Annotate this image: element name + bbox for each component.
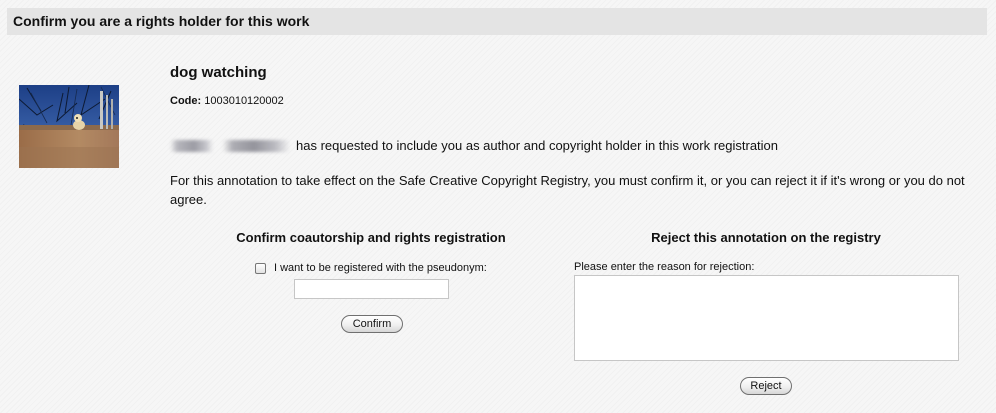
rejection-reason-label: Please enter the reason for rejection:	[574, 261, 755, 273]
pseudonym-option: I want to be registered with the pseudon…	[255, 262, 487, 274]
page-header: Confirm you are a rights holder for this…	[7, 8, 987, 35]
work-code: Code: 1003010120002	[170, 95, 284, 107]
pseudonym-input[interactable]	[294, 279, 449, 299]
confirm-section-heading: Confirm coautorship and rights registrat…	[236, 230, 506, 245]
rejection-reason-textarea[interactable]	[574, 275, 959, 361]
reject-section-heading: Reject this annotation on the registry	[651, 230, 881, 245]
work-thumbnail	[19, 85, 119, 168]
work-code-value: 1003010120002	[204, 95, 284, 107]
work-code-label: Code:	[170, 95, 202, 107]
reject-button[interactable]: Reject	[740, 377, 792, 395]
blurred-requester-name	[170, 139, 290, 152]
page-header-title: Confirm you are a rights holder for this…	[13, 13, 310, 29]
work-title: dog watching	[170, 64, 267, 81]
request-text: has requested to include you as author a…	[296, 138, 779, 153]
pseudonym-label: I want to be registered with the pseudon…	[274, 262, 487, 274]
confirm-button[interactable]: Confirm	[341, 315, 403, 333]
request-line: has requested to include you as author a…	[170, 138, 778, 153]
pseudonym-checkbox[interactable]	[255, 262, 266, 274]
registry-notice: For this annotation to take effect on th…	[170, 173, 965, 207]
